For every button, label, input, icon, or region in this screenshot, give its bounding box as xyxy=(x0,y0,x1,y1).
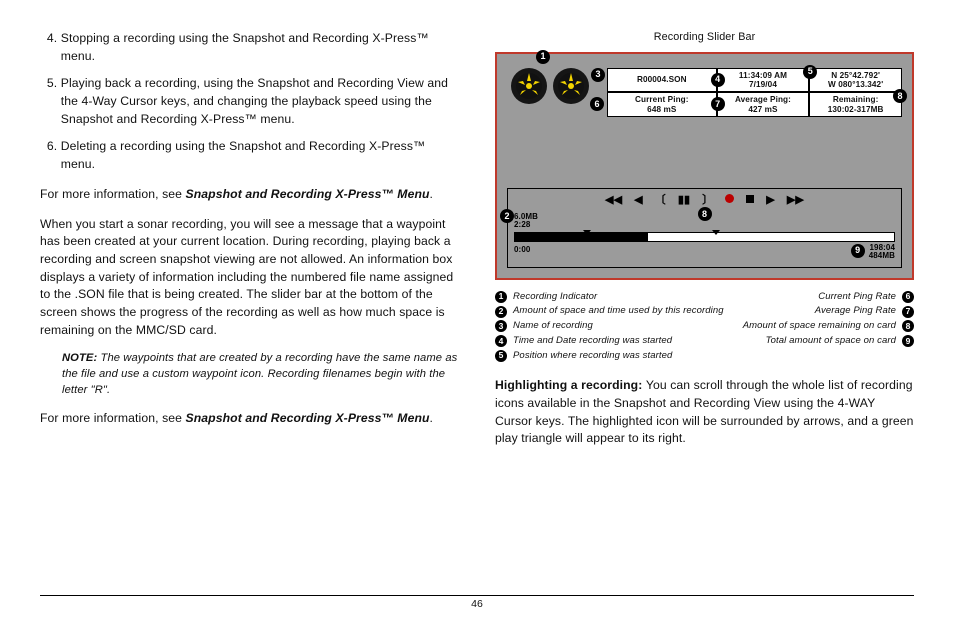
play-icon: ▶ xyxy=(766,193,775,209)
tape-reel-icon xyxy=(553,68,589,104)
card-totals: 9 198:04 484MB xyxy=(869,244,895,261)
legend-item: Amount of space remaining on card8 xyxy=(738,319,914,334)
fast-forward-icon: ▶▶ xyxy=(787,193,804,209)
cell-position: 5 N 25°42.792' W 080°13.342' xyxy=(809,68,902,93)
more-info-1: For more information, see Snapshot and R… xyxy=(40,186,459,204)
highlighting-paragraph: Highlighting a recording: You can scroll… xyxy=(495,377,914,448)
more-info-2: For more information, see Snapshot and R… xyxy=(40,410,459,428)
recording-indicator: 1 xyxy=(511,68,589,104)
recording-size-time: 6.0MB 2:28 xyxy=(514,213,538,230)
cell-remaining: 8 Remaining: 130:02-317MB xyxy=(809,92,902,117)
cell-current-ping: 6 Current Ping: 648 mS xyxy=(607,92,717,117)
right-column: Recording Slider Bar 1 3 xyxy=(495,30,914,589)
sonar-figure: 1 3 R00004.SON xyxy=(495,52,914,280)
legend-item: Current Ping Rate6 xyxy=(738,290,914,305)
callout-3: 3 xyxy=(591,68,605,82)
callout-9: 9 xyxy=(851,244,865,258)
callout-4: 4 xyxy=(711,73,725,87)
numbered-steps: Stopping a recording using the Snapshot … xyxy=(40,30,459,174)
page-number: 46 xyxy=(471,598,483,610)
stop-icon xyxy=(746,193,754,209)
callout-1: 1 xyxy=(536,50,550,64)
legend-item: 1Recording Indicator xyxy=(495,290,724,305)
left-column: Stopping a recording using the Snapshot … xyxy=(40,30,459,589)
fast-rewind-icon: ◀◀ xyxy=(605,193,622,209)
step-6: Deleting a recording using the Snapshot … xyxy=(61,138,459,173)
callout-2: 2 xyxy=(500,209,514,223)
page-footer: 46 xyxy=(40,595,914,610)
legend-item: 3Name of recording xyxy=(495,319,724,334)
cell-average-ping: 7 Average Ping: 427 mS xyxy=(717,92,810,117)
cell-filename: R00004.SON xyxy=(607,68,717,93)
slider-panel: ◀◀ ◀ 〔 ▮▮ 〕 ▶ ▶▶ 2 8 6.0MB xyxy=(507,188,902,268)
callout-8: 8 xyxy=(893,89,907,103)
step-4: Stopping a recording using the Snapshot … xyxy=(61,30,459,65)
callout-5: 5 xyxy=(803,65,817,79)
cell-datetime: 4 11:34:09 AM 7/19/04 xyxy=(717,68,810,93)
record-icon xyxy=(725,193,734,209)
callout-6: 6 xyxy=(590,97,604,111)
legend-item: 2Amount of space and time used by this r… xyxy=(495,304,724,319)
step-back-icon: 〔 xyxy=(655,193,666,209)
figure-title: Recording Slider Bar xyxy=(495,30,914,46)
info-grid: R00004.SON 4 11:34:09 AM 7/19/04 5 N 25°… xyxy=(607,68,902,118)
legend-item: Total amount of space on card9 xyxy=(738,334,914,349)
figure-legend: 1Recording Indicator 2Amount of space an… xyxy=(495,290,914,364)
note: NOTE: The waypoints that are created by … xyxy=(62,351,459,398)
tape-reel-icon xyxy=(511,68,547,104)
elapsed-time: 0:00 xyxy=(514,244,530,261)
rewind-icon: ◀ xyxy=(634,193,643,209)
legend-item: 4Time and Date recording was started xyxy=(495,334,724,349)
pause-icon: ▮▮ xyxy=(678,193,690,209)
slider-bar xyxy=(514,232,895,242)
body-paragraph: When you start a sonar recording, you wi… xyxy=(40,216,459,340)
legend-item: Average Ping Rate7 xyxy=(738,304,914,319)
legend-item: 5Position where recording was started xyxy=(495,349,724,364)
step-5: Playing back a recording, using the Snap… xyxy=(61,75,459,128)
